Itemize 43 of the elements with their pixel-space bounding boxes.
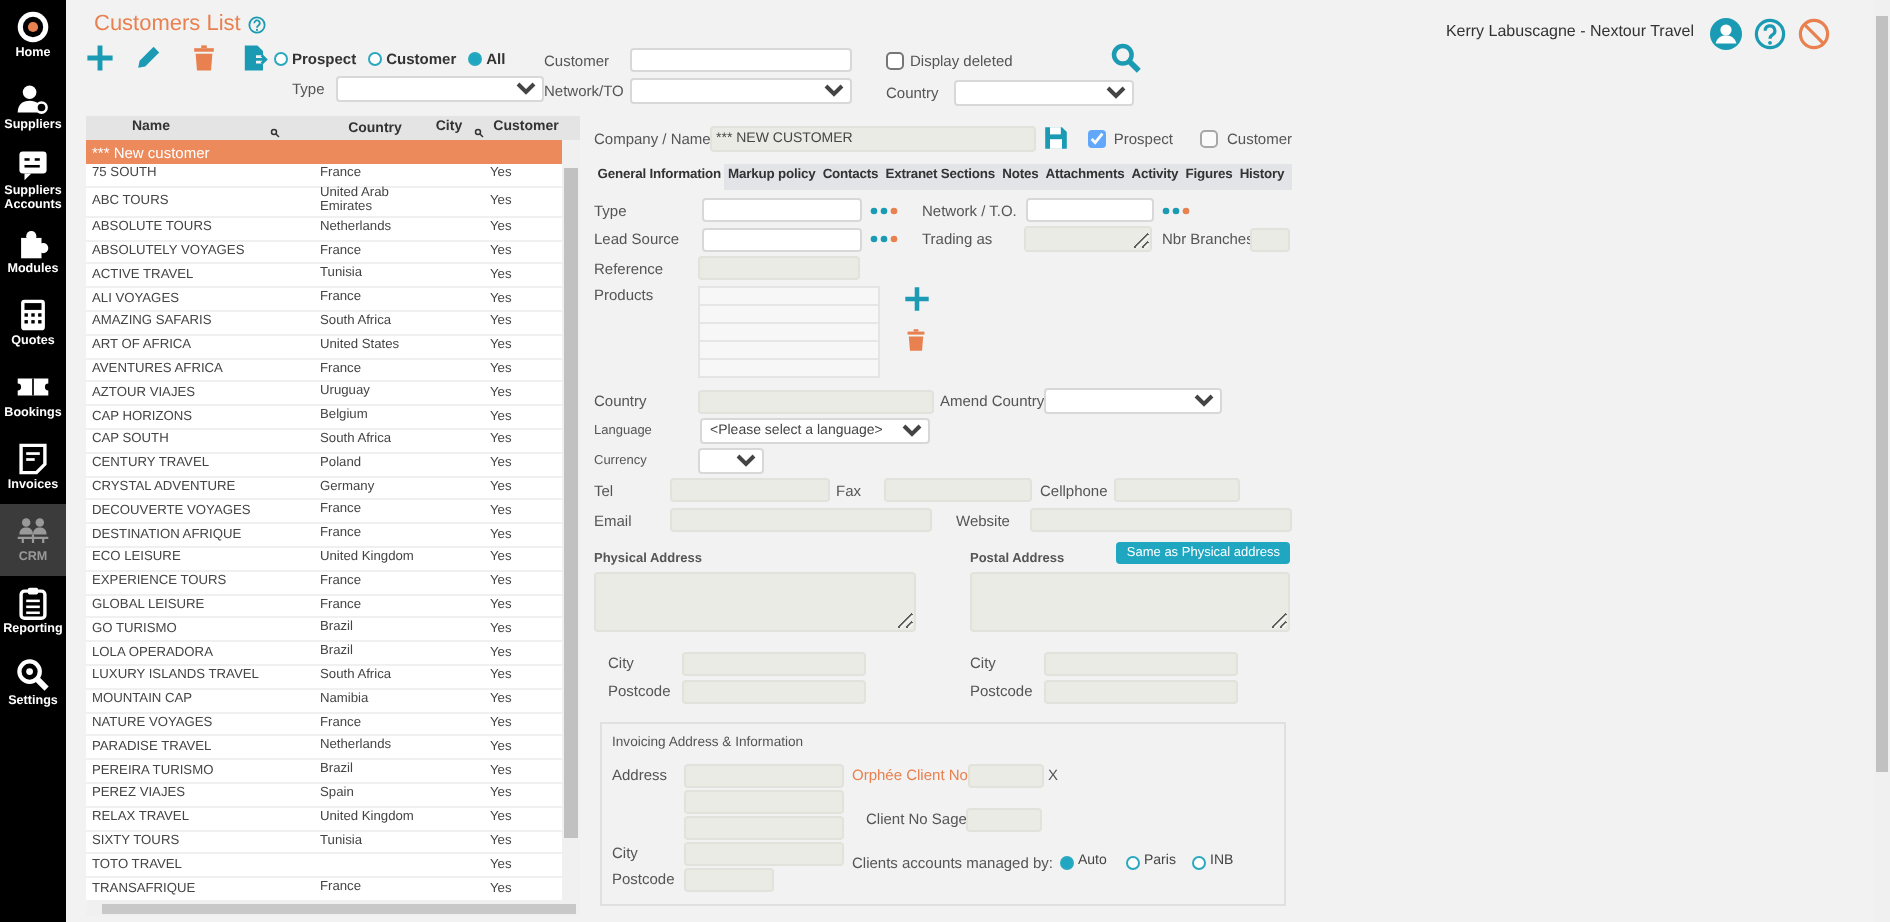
more-dots-icon[interactable] xyxy=(866,205,902,215)
search-icon[interactable] xyxy=(474,127,485,137)
add-icon[interactable] xyxy=(904,286,930,312)
text-field[interactable] xyxy=(702,227,862,251)
puzzle-icon xyxy=(16,226,50,261)
user-icon xyxy=(16,82,50,117)
checkbox[interactable] xyxy=(886,51,904,69)
pencil-icon[interactable] xyxy=(134,44,162,72)
customer-field[interactable] xyxy=(630,48,852,72)
settings-icon xyxy=(16,658,50,693)
text-area[interactable] xyxy=(594,571,916,632)
help-icon[interactable] xyxy=(248,16,267,34)
text-field[interactable] xyxy=(702,198,862,222)
page-title: Customers List xyxy=(94,11,241,39)
more-dots-icon[interactable] xyxy=(1158,205,1194,215)
type-select[interactable] xyxy=(336,76,544,102)
scrollbar[interactable] xyxy=(562,140,580,902)
people-icon xyxy=(16,514,50,549)
checkbox[interactable] xyxy=(1087,129,1106,147)
text-area[interactable] xyxy=(1024,226,1152,252)
currency-select[interactable] xyxy=(698,448,764,474)
checkbox[interactable] xyxy=(1200,129,1219,147)
add-icon[interactable] xyxy=(86,44,114,72)
save-icon[interactable] xyxy=(1043,126,1068,150)
network-select[interactable] xyxy=(630,78,852,104)
calculator-icon xyxy=(16,298,50,333)
export-icon[interactable] xyxy=(242,44,270,72)
text-field[interactable] xyxy=(1026,198,1154,222)
trash-icon[interactable] xyxy=(904,328,928,352)
user-icon[interactable] xyxy=(1710,17,1742,49)
more-dots-icon[interactable] xyxy=(866,234,902,244)
message-icon xyxy=(16,148,50,183)
note-icon xyxy=(16,442,50,477)
clipboard-icon xyxy=(16,586,50,621)
trash-icon[interactable] xyxy=(190,44,218,72)
target-icon xyxy=(16,10,50,45)
country-select[interactable] xyxy=(954,80,1134,106)
text-area[interactable] xyxy=(970,571,1290,632)
user-name: Kerry Labuscagne - Nextour Travel xyxy=(1445,21,1694,41)
help-icon[interactable] xyxy=(1754,17,1786,49)
search-icon[interactable] xyxy=(270,127,281,137)
block-icon[interactable] xyxy=(1798,17,1830,49)
select-field[interactable] xyxy=(1044,388,1222,414)
